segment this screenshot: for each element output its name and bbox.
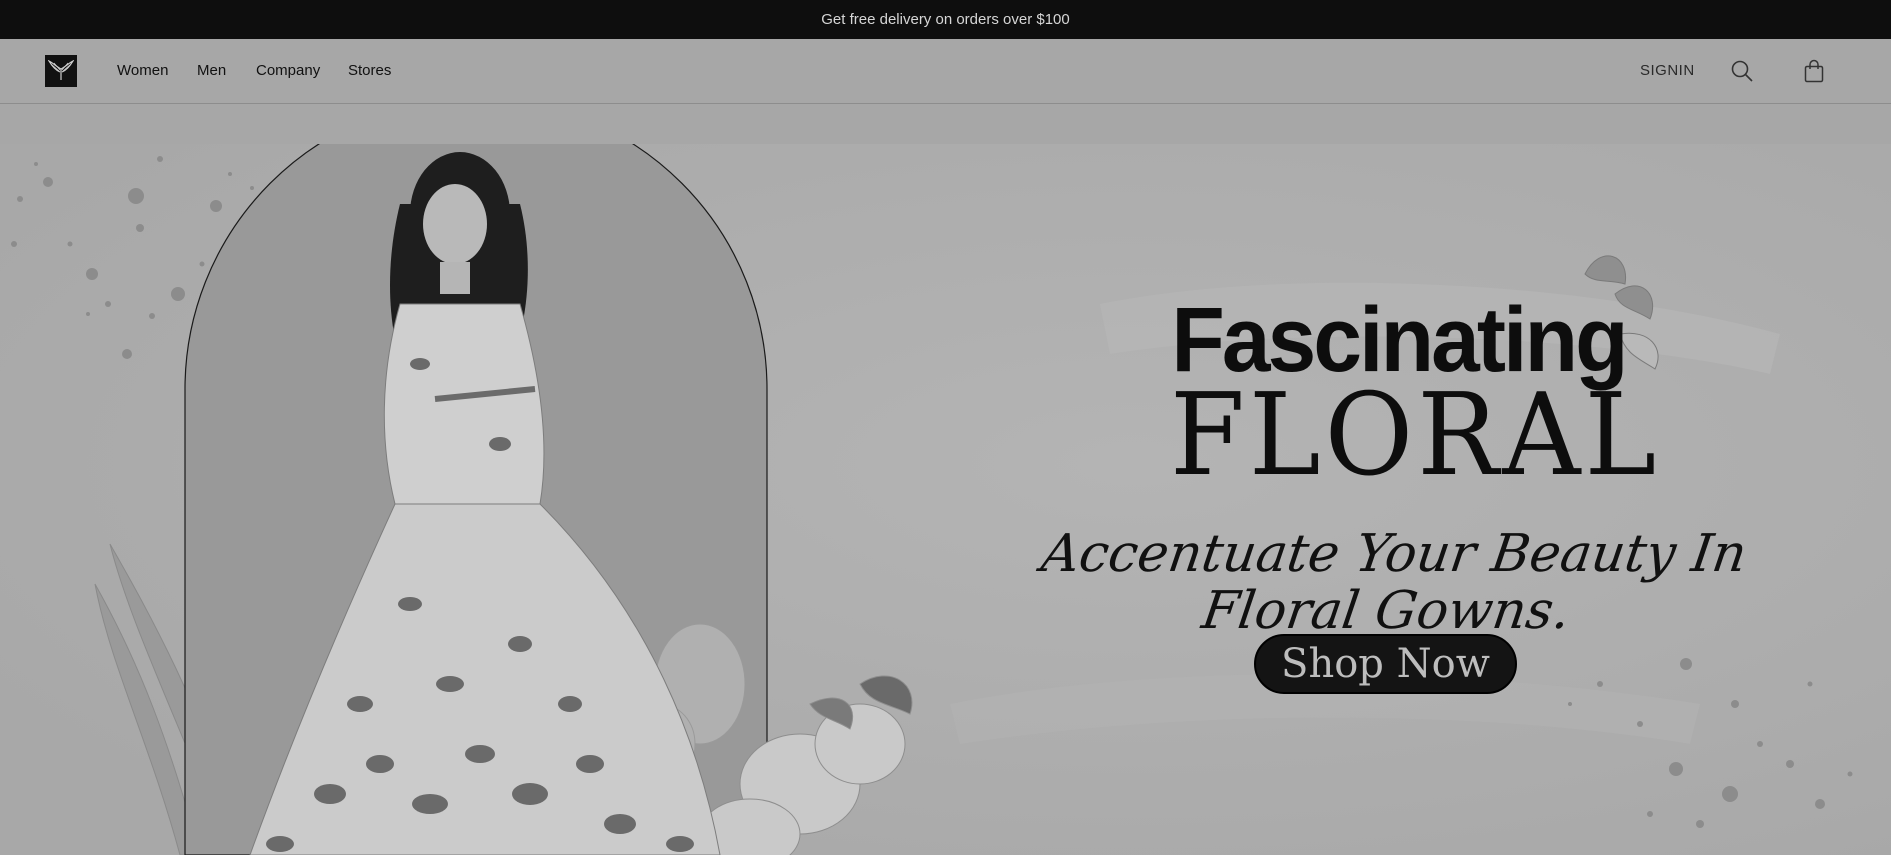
announcement-bar: Get free delivery on orders over $100 [0,0,1891,39]
eagle-logo-icon[interactable] [45,55,77,87]
shop-now-button[interactable]: Shop Now [1254,634,1517,694]
hero-title-line2: FLORAL [1170,369,1661,502]
main-nav: Women Men Company Stores SIGNIN [0,39,1891,104]
announcement-text: Get free delivery on orders over $100 [821,11,1070,28]
search-icon[interactable] [1730,59,1754,83]
hero-banner: Fascinating FLORAL Accentuate Your Beaut… [0,144,1891,855]
nav-link-men[interactable]: Men [197,62,226,79]
nav-link-company[interactable]: Company [256,62,320,79]
nav-link-women[interactable]: Women [117,62,168,79]
nav-link-stores[interactable]: Stores [348,62,391,79]
shopping-bag-icon[interactable] [1802,59,1826,83]
nav-spacer [0,104,1891,144]
signin-link[interactable]: SIGNIN [1640,62,1695,79]
hero-subtitle: Accentuate Your Beauty In Floral Gowns. [1037,524,1751,642]
